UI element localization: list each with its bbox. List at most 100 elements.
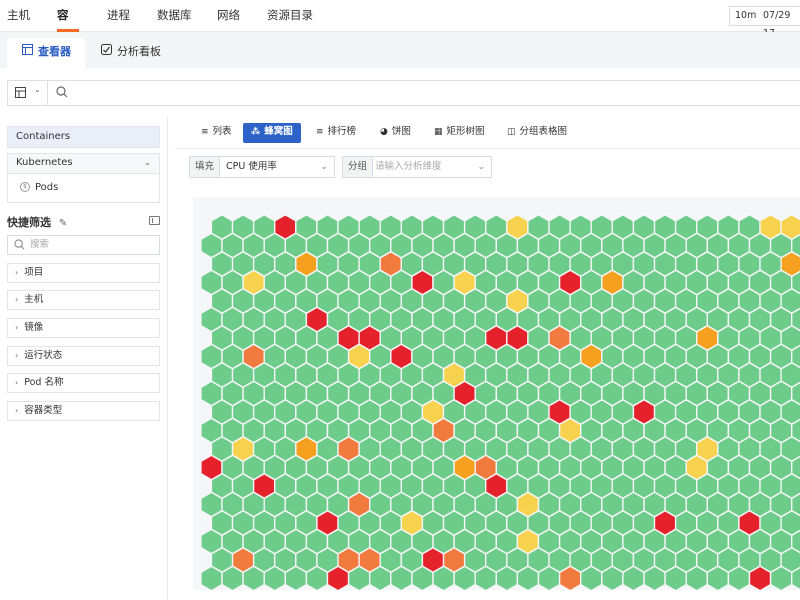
- hex-cell[interactable]: [368, 565, 392, 590]
- sidebar-group-kubernetes: Kubernetes ⌄ $ Pods: [7, 153, 160, 203]
- nav-hosts[interactable]: 主机: [7, 0, 30, 32]
- filter-run-status[interactable]: › 运行状态: [7, 346, 160, 366]
- pie-icon: ◕: [380, 127, 388, 137]
- view-tab-label: 排行榜: [327, 126, 357, 137]
- chevron-right-icon: ›: [15, 406, 19, 415]
- hex-cell[interactable]: [769, 565, 793, 590]
- hex-cell[interactable]: [748, 565, 772, 590]
- chevron-right-icon: ›: [15, 323, 19, 332]
- hex-cell[interactable]: [474, 565, 497, 590]
- hex-cell[interactable]: [516, 565, 540, 590]
- nav-network[interactable]: 网络: [217, 0, 240, 32]
- hex-cell[interactable]: [200, 565, 223, 590]
- hex-cell[interactable]: [643, 565, 666, 590]
- view-tab-ranking[interactable]: ≡ 排行榜: [308, 123, 364, 143]
- view-tab-label: 蜂窝图: [264, 126, 293, 137]
- filter-image[interactable]: › 镜像: [7, 318, 160, 338]
- view-tab-treemap[interactable]: ▦ 矩形树图: [426, 123, 493, 143]
- top-navigation: 主机 容器 进程 数据库 网络 资源目录 10m 07/29 17: [0, 0, 800, 52]
- nav-containers[interactable]: 容器: [57, 0, 79, 52]
- hex-cell[interactable]: [347, 565, 371, 590]
- view-tab-hexbin[interactable]: ⁂ 蜂窝图: [243, 123, 301, 143]
- chevron-right-icon: ›: [15, 295, 19, 304]
- query-bar[interactable]: ⌄: [7, 80, 800, 106]
- tab-dashboard[interactable]: 分析看板: [86, 38, 175, 68]
- chevron-right-icon: ›: [15, 268, 19, 277]
- chevron-down-icon: ⌄: [320, 162, 328, 172]
- hex-cell[interactable]: [727, 565, 751, 590]
- filter-search-placeholder: 搜索: [30, 239, 50, 250]
- hex-cell[interactable]: [242, 565, 265, 590]
- table-view-icon: [15, 87, 26, 101]
- quick-filter-title: 快捷筛选 ✎: [7, 214, 67, 230]
- view-tab-pie[interactable]: ◕ 饼图: [372, 123, 419, 143]
- quick-filter-title-text: 快捷筛选: [7, 216, 51, 229]
- filter-search-input[interactable]: 搜索: [7, 235, 160, 255]
- hex-cell[interactable]: [558, 565, 582, 590]
- view-tab-label: 矩形树图: [446, 126, 485, 137]
- tab-explorer-label: 查看器: [38, 45, 71, 58]
- filter-pod-name[interactable]: › Pod 名称: [7, 373, 160, 393]
- hex-cell[interactable]: [390, 565, 413, 590]
- sidebar-item-containers[interactable]: Containers: [7, 126, 160, 148]
- view-tab-label: 列表: [212, 126, 232, 137]
- fill-select-label: 填充: [190, 157, 221, 177]
- hexbin-chart: [200, 213, 800, 590]
- kubernetes-label: Kubernetes: [16, 157, 73, 168]
- tab-explorer[interactable]: 查看器: [7, 38, 85, 68]
- search-icon: [14, 239, 25, 253]
- hex-cell[interactable]: [326, 565, 350, 590]
- chevron-right-icon: ›: [15, 378, 19, 387]
- hex-cell[interactable]: [622, 565, 645, 590]
- hex-cell[interactable]: [664, 565, 687, 590]
- time-picker[interactable]: 07/29 17: [757, 6, 800, 39]
- hex-cell[interactable]: [411, 565, 434, 590]
- sidebar-kubernetes-header[interactable]: Kubernetes ⌄: [8, 154, 159, 174]
- dashboard-icon: [100, 39, 112, 67]
- hex-cell[interactable]: [706, 565, 730, 590]
- hex-cell[interactable]: [263, 565, 287, 590]
- filter-container-type[interactable]: › 容器类型: [7, 401, 160, 421]
- list-icon: ≡: [201, 127, 209, 137]
- hex-cell[interactable]: [685, 565, 708, 590]
- hex-cell[interactable]: [495, 565, 519, 590]
- filter-label: Pod 名称: [24, 377, 64, 388]
- hex-cell[interactable]: [284, 565, 308, 590]
- filter-label: 主机: [24, 294, 44, 305]
- fill-metric-select[interactable]: 填充 CPU 使用率 ⌄: [189, 156, 335, 178]
- edit-icon[interactable]: ✎: [59, 218, 67, 229]
- sidebar-item-pods[interactable]: $ Pods: [8, 174, 159, 202]
- hex-cell[interactable]: [453, 565, 476, 590]
- sub-tab-bar: 查看器 分析看板: [0, 32, 800, 68]
- nav-resource-catalog[interactable]: 资源目录: [267, 0, 313, 32]
- filter-label: 项目: [24, 267, 44, 278]
- filter-label: 容器类型: [24, 405, 63, 416]
- nav-databases[interactable]: 数据库: [157, 0, 192, 32]
- hex-cell[interactable]: [601, 565, 624, 590]
- view-tab-label: 分组表格图: [519, 126, 568, 137]
- pod-icon: $: [20, 182, 30, 192]
- chevron-down-icon: ⌄: [477, 162, 485, 172]
- chevron-down-icon: ⌄: [34, 85, 41, 94]
- group-by-select[interactable]: 分组 请输入分析维度 ⌄: [342, 156, 492, 178]
- view-tab-label: 饼图: [391, 126, 411, 137]
- hex-cell[interactable]: [580, 565, 603, 590]
- filter-project[interactable]: › 项目: [7, 263, 160, 283]
- view-selector[interactable]: ⌄: [8, 81, 48, 105]
- hex-cell[interactable]: [537, 565, 561, 590]
- tab-dashboard-label: 分析看板: [117, 45, 161, 58]
- hexbin-icon: ⁂: [251, 127, 261, 137]
- collapse-sidebar-icon[interactable]: [149, 216, 160, 225]
- hex-cell[interactable]: [432, 565, 455, 590]
- view-tab-group-table[interactable]: ◫ 分组表格图: [499, 123, 575, 143]
- nav-processes[interactable]: 进程: [107, 0, 130, 32]
- filter-host[interactable]: › 主机: [7, 290, 160, 310]
- group-select-placeholder: 请输入分析维度: [375, 161, 442, 172]
- chevron-right-icon: ›: [15, 351, 19, 360]
- filter-label: 运行状态: [24, 350, 63, 361]
- filter-label: 镜像: [24, 322, 44, 333]
- view-tab-list[interactable]: ≡ 列表: [193, 123, 240, 143]
- hex-cell[interactable]: [305, 565, 329, 590]
- chevron-down-icon: ⌄: [144, 158, 151, 167]
- hex-cell[interactable]: [221, 565, 244, 590]
